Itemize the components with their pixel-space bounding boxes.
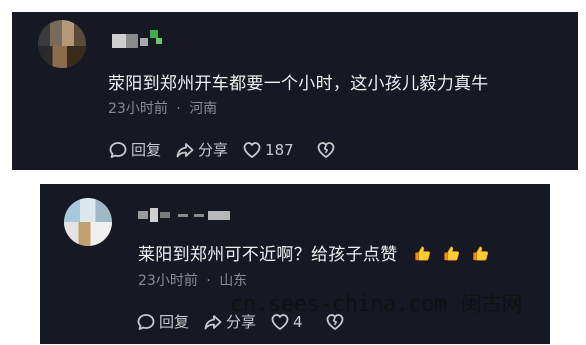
comment-meta: 23小时前 · 河南: [108, 98, 217, 118]
meta-separator: ·: [206, 273, 211, 289]
thumbs-up-icon: [444, 246, 460, 261]
share-arrow-icon: [176, 143, 194, 158]
thumbs-up-icon: [473, 246, 489, 261]
like-count: 187: [265, 141, 294, 159]
share-label: 分享: [198, 141, 229, 159]
reply-label: 回复: [159, 313, 190, 331]
speech-bubble-icon: [109, 142, 127, 158]
meta-separator: ·: [176, 101, 181, 117]
watermark-url: cn.sees-china.com: [230, 292, 447, 317]
comment-time: 23小时前: [108, 101, 168, 117]
heart-icon: [243, 142, 261, 158]
reply-button[interactable]: 回复: [108, 140, 161, 160]
watermark-brand: 闽古网: [460, 292, 523, 316]
speech-bubble-icon: [137, 314, 155, 330]
comment-actions: 回复 分享 187: [108, 140, 353, 160]
reply-button[interactable]: 回复: [136, 312, 189, 332]
avatar[interactable]: [38, 20, 86, 68]
comment-text-body: 莱阳到郑州可不近啊？给孩子点赞: [138, 245, 398, 265]
watermark: cn.sees-china.com 闽古网: [230, 288, 523, 318]
broken-heart-icon: [317, 142, 335, 158]
reply-label: 回复: [131, 141, 162, 159]
comment-text: 荥阳到郑州开车都要一个小时，这小孩儿毅力真牛: [108, 74, 489, 94]
like-button[interactable]: 187: [242, 140, 294, 160]
share-arrow-icon: [204, 315, 222, 330]
comment-card: 莱阳到郑州可不近啊？给孩子点赞 23小时前 · 山东 回复 分享 4: [40, 184, 550, 344]
username-pixelated[interactable]: [138, 208, 232, 222]
comment-text: 莱阳到郑州可不近啊？给孩子点赞: [138, 240, 490, 265]
comment-card: 荥阳到郑州开车都要一个小时，这小孩儿毅力真牛 23小时前 · 河南 回复 分享 …: [12, 12, 578, 170]
comment-meta: 23小时前 · 山东: [138, 270, 247, 290]
share-button[interactable]: 分享: [175, 140, 228, 160]
thumbs-up-icon: [415, 246, 431, 261]
comment-location: 山东: [219, 273, 248, 289]
dislike-button[interactable]: [316, 140, 339, 160]
comment-time: 23小时前: [138, 273, 198, 289]
username-pixelated[interactable]: [112, 30, 164, 48]
avatar[interactable]: [64, 198, 112, 246]
comment-location: 河南: [189, 101, 218, 117]
